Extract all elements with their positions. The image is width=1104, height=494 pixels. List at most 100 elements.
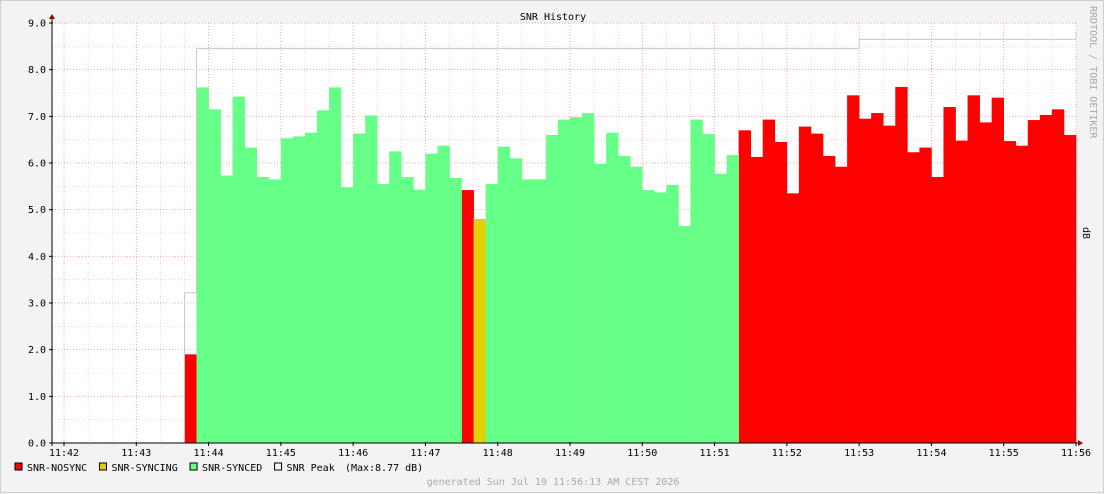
synced-bar [545, 135, 559, 443]
synced-bar [389, 151, 402, 444]
x-tick-label: 11:46 [338, 448, 368, 459]
synced-bar [401, 177, 414, 443]
synced-bar [244, 147, 258, 443]
x-tick-labels: 11:42 11:43 11:44 11:45 11:46 11:47 11:48 11:49… [49, 448, 1091, 459]
nosync-bar [1003, 141, 1017, 444]
legend: SNR-NOSYNC SNR-SYNCING SNR-SYNCED SNR Peak (… [14, 462, 423, 474]
synced-bar [714, 173, 727, 443]
synced-bar [449, 177, 462, 443]
x-tick-label: 11:50 [627, 448, 657, 459]
legend-peak-label: SNR Peak [287, 463, 335, 474]
y-tick-label: 7.0 [28, 112, 46, 123]
nosync-bar [738, 130, 752, 444]
legend-peak-max: (Max:8.77 dB) [345, 463, 423, 474]
nosync-bar [461, 190, 474, 443]
chart-frame: 0.0 1.0 2.0 3.0 4.0 5.0 6.0 7.0 8.0 9.0 11:42 11:4… [0, 0, 1104, 493]
y-tick-label: 9.0 [28, 19, 46, 30]
legend-synced-swatch [189, 462, 198, 471]
chart-title: SNR History [520, 12, 586, 23]
y-tick-label: 2.0 [28, 345, 46, 356]
legend-peak-swatch [274, 462, 283, 471]
synced-bar [533, 179, 547, 444]
x-tick-label: 11:49 [555, 448, 585, 459]
y-tick-label: 8.0 [28, 65, 46, 76]
synced-bar [365, 115, 378, 444]
nosync-bar [823, 156, 836, 443]
nosync-bar [835, 166, 848, 443]
nosync-bar [979, 122, 992, 444]
nosync-bar [786, 193, 800, 443]
nosync-bar [919, 147, 932, 443]
synced-bar [726, 155, 739, 444]
nosync-bar [883, 125, 896, 444]
synced-bar [196, 87, 209, 444]
nosync-bar [750, 156, 764, 443]
y-tick-label: 1.0 [28, 392, 46, 403]
synced-bar [642, 190, 655, 443]
synced-bar [630, 166, 643, 443]
y-axis-arrow [49, 14, 55, 19]
syncing-bar [473, 219, 486, 443]
nosync-bar [1063, 135, 1077, 443]
nosync-bar [943, 107, 956, 443]
x-tick-label: 11:44 [194, 448, 224, 459]
synced-bar [497, 146, 511, 443]
synced-bar [425, 153, 438, 443]
nosync-bar [1015, 145, 1029, 443]
x-tick-label: 11:55 [989, 448, 1019, 459]
x-tick-label: 11:48 [483, 448, 513, 459]
synced-bar [690, 119, 703, 443]
legend-nosync-label: SNR-NOSYNC [27, 463, 87, 474]
x-tick-label: 11:52 [772, 448, 802, 459]
y-tick-label: 3.0 [28, 299, 46, 310]
x-tick-label: 11:54 [916, 448, 946, 459]
synced-bar [292, 136, 306, 443]
synced-bar [304, 132, 318, 443]
nosync-bar [762, 119, 776, 443]
x-tick-label: 11:56 [1061, 448, 1091, 459]
synced-bar [582, 113, 595, 444]
synced-bar [232, 96, 246, 443]
nosync-bar [967, 95, 980, 443]
synced-bar [268, 179, 282, 444]
legend-syncing-label: SNR-SYNCING [112, 463, 178, 474]
synced-bar [666, 184, 679, 443]
synced-bar [341, 187, 354, 443]
x-tick-label: 11:53 [844, 448, 874, 459]
synced-bar [353, 133, 366, 443]
synced-bar [618, 156, 631, 443]
x-axis-arrow [1078, 440, 1083, 446]
synced-bar [654, 192, 667, 443]
legend-nosync-swatch [14, 462, 23, 471]
synced-bar [280, 138, 294, 443]
nosync-bar [991, 97, 1005, 444]
synced-bar [329, 87, 342, 444]
synced-bar [413, 189, 426, 443]
nosync-bar [810, 133, 824, 443]
synced-bar [521, 179, 535, 444]
nosync-bar [895, 86, 908, 443]
nosync-bar [871, 113, 884, 444]
y-tick-label: 5.0 [28, 205, 46, 216]
legend-syncing-swatch [99, 462, 107, 471]
x-tick-label: 11:45 [266, 448, 296, 459]
nosync-bar [1027, 120, 1041, 444]
synced-bar [220, 175, 233, 443]
y-tick-labels: 0.0 1.0 2.0 3.0 4.0 5.0 6.0 7.0 8.0 9.0 [28, 19, 46, 450]
synced-bar [509, 158, 523, 444]
legend-synced-label: SNR-SYNCED [202, 463, 262, 474]
synced-bar [485, 184, 499, 443]
nosync-bar [847, 95, 860, 443]
nosync-bar [798, 126, 812, 443]
nosync-bar [774, 142, 788, 443]
y-tick-label: 0.0 [28, 439, 46, 450]
nosync-bar [1039, 114, 1053, 443]
side-watermark: RRDTOOL / TOBI OETIKER [1087, 6, 1098, 139]
x-tick-label: 11:42 [49, 448, 79, 459]
synced-bar [256, 177, 270, 443]
synced-bar [437, 145, 450, 443]
nosync-bar [1051, 109, 1065, 443]
nosync-bar [859, 118, 872, 444]
y-tick-label: 6.0 [28, 159, 46, 170]
synced-bar [678, 226, 691, 443]
